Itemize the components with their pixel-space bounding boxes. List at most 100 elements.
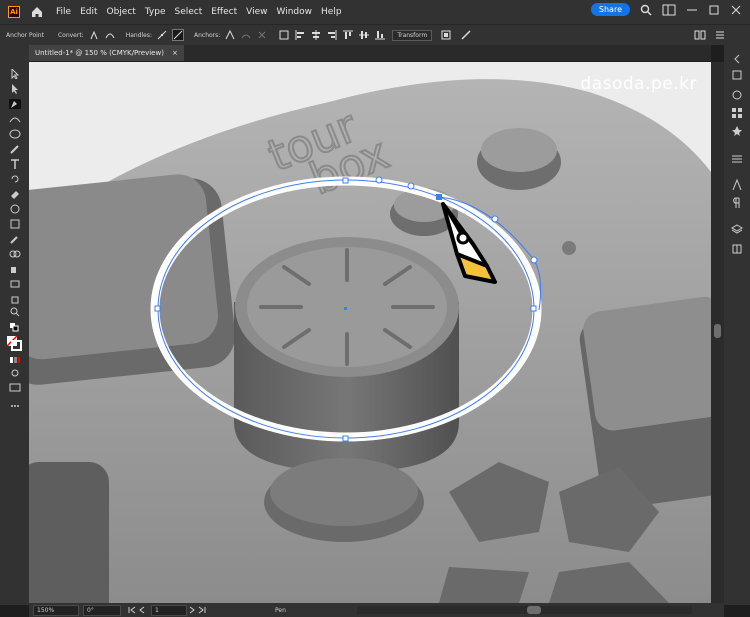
search-icon[interactable] bbox=[640, 4, 652, 16]
anchor-remove-icon[interactable] bbox=[224, 29, 236, 41]
more-tools-icon[interactable] bbox=[9, 401, 21, 411]
fill-stroke-swatch-icon[interactable] bbox=[6, 335, 22, 351]
home-icon[interactable] bbox=[30, 5, 44, 19]
direct-selection-tool-icon[interactable] bbox=[9, 84, 21, 94]
align-top-icon[interactable] bbox=[342, 29, 354, 41]
photo-artwork: tour box bbox=[29, 62, 711, 603]
blend-tool-icon[interactable] bbox=[9, 249, 21, 259]
isolate-icon[interactable] bbox=[440, 29, 452, 41]
menu-file[interactable]: File bbox=[56, 7, 71, 17]
artboards-icon[interactable] bbox=[731, 243, 743, 255]
anchor-connect-icon[interactable] bbox=[240, 29, 252, 41]
horizontal-scrollbar[interactable] bbox=[357, 606, 692, 614]
eyedropper-tool-icon[interactable] bbox=[9, 234, 21, 244]
illustrator-logo: Ai bbox=[8, 6, 20, 18]
menu-view[interactable]: View bbox=[246, 7, 267, 17]
zoom-field[interactable]: 150% bbox=[33, 604, 79, 616]
panel-menu-icon[interactable] bbox=[714, 29, 726, 41]
tools-panel bbox=[0, 45, 29, 605]
shape-icon[interactable] bbox=[278, 29, 290, 41]
handles-hide-icon[interactable] bbox=[172, 29, 185, 41]
align-right-icon[interactable] bbox=[326, 29, 338, 41]
close-icon[interactable] bbox=[730, 4, 742, 16]
convert-smooth-icon[interactable] bbox=[104, 29, 116, 41]
current-tool-label: Pen bbox=[275, 606, 286, 614]
convert-label: Convert: bbox=[57, 31, 84, 39]
next-artboard-icon[interactable] bbox=[187, 606, 197, 614]
menu-object[interactable]: Object bbox=[107, 7, 136, 17]
vertical-scroll-thumb[interactable] bbox=[714, 324, 721, 338]
menu-bar: Ai File Edit Object Type Select Effect V… bbox=[0, 0, 750, 24]
paintbrush-tool-icon[interactable] bbox=[9, 144, 21, 154]
default-colors-icon[interactable] bbox=[9, 322, 21, 332]
align-center-icon[interactable] bbox=[310, 29, 322, 41]
stroke-options-icon[interactable] bbox=[460, 29, 472, 41]
width-tool-icon[interactable] bbox=[9, 204, 21, 214]
ellipse-tool-icon[interactable] bbox=[9, 129, 21, 139]
convert-corner-icon[interactable] bbox=[88, 29, 100, 41]
prev-artboard-icon[interactable] bbox=[137, 606, 147, 614]
menu-list: File Edit Object Type Select Effect View… bbox=[56, 7, 342, 17]
first-artboard-icon[interactable] bbox=[127, 606, 137, 614]
selection-tool-icon[interactable] bbox=[9, 69, 21, 79]
horizontal-scroll-thumb[interactable] bbox=[527, 606, 541, 614]
vertical-scrollbar[interactable] bbox=[711, 62, 724, 603]
align-middle-icon[interactable] bbox=[358, 29, 370, 41]
anchors-label: Anchors: bbox=[194, 31, 221, 39]
symbols-icon[interactable] bbox=[731, 125, 743, 137]
curvature-tool-icon[interactable] bbox=[9, 114, 21, 124]
transform-button[interactable]: Transform bbox=[392, 29, 433, 41]
character-icon[interactable] bbox=[731, 179, 743, 191]
shape-builder-tool-icon[interactable] bbox=[9, 219, 21, 229]
menu-type[interactable]: Type bbox=[145, 7, 166, 17]
menu-edit[interactable]: Edit bbox=[80, 7, 97, 17]
document-tab[interactable]: Untitled-1* @ 150 % (CMYK/Preview) × bbox=[29, 45, 184, 61]
center-point bbox=[344, 307, 347, 310]
layers-icon[interactable] bbox=[731, 223, 743, 235]
menu-effect[interactable]: Effect bbox=[211, 7, 237, 17]
restore-icon[interactable] bbox=[708, 4, 720, 16]
symbol-sprayer-tool-icon[interactable] bbox=[9, 264, 21, 274]
zoom-tool-icon[interactable] bbox=[9, 307, 21, 317]
artboard-tool-icon[interactable] bbox=[9, 279, 21, 289]
minimize-icon[interactable] bbox=[686, 4, 698, 16]
align-bottom-icon[interactable] bbox=[374, 29, 386, 41]
pen-tool-icon[interactable] bbox=[9, 99, 21, 109]
color-mode-icon[interactable] bbox=[9, 355, 21, 365]
share-button[interactable]: Share bbox=[590, 3, 630, 16]
document-tab-title: Untitled-1* @ 150 % (CMYK/Preview) bbox=[35, 49, 164, 57]
status-bar: 150% 0° 1 Pen bbox=[29, 603, 724, 617]
control-bar: Anchor Point Convert: Handles: Anchors: … bbox=[0, 24, 750, 45]
anchor-cut-icon[interactable] bbox=[256, 29, 268, 41]
rotate-tool-icon[interactable] bbox=[9, 174, 21, 184]
active-anchor[interactable] bbox=[436, 194, 442, 200]
collapse-panels-icon[interactable] bbox=[731, 53, 743, 65]
anchor-point-label: Anchor Point bbox=[6, 31, 44, 39]
properties-icon[interactable] bbox=[731, 69, 743, 81]
color-icon[interactable] bbox=[731, 89, 743, 101]
hand-tool-icon[interactable] bbox=[9, 294, 21, 304]
handles-label: Handles: bbox=[125, 31, 153, 39]
menu-select[interactable]: Select bbox=[174, 7, 202, 17]
document-tab-bar: Untitled-1* @ 150 % (CMYK/Preview) × bbox=[29, 45, 711, 61]
last-artboard-icon[interactable] bbox=[197, 606, 207, 614]
eraser-tool-icon[interactable] bbox=[9, 189, 21, 199]
rotation-field[interactable]: 0° bbox=[83, 604, 121, 616]
draw-mode-icon[interactable] bbox=[9, 368, 21, 378]
arrange-docs-icon[interactable] bbox=[694, 29, 706, 41]
menu-help[interactable]: Help bbox=[321, 7, 342, 17]
artboard-canvas[interactable]: tour box dasoda.pe.kr bbox=[29, 62, 711, 603]
paragraph-icon[interactable] bbox=[731, 197, 743, 209]
screen-mode-icon[interactable] bbox=[9, 382, 21, 392]
menu-window[interactable]: Window bbox=[277, 7, 313, 17]
handles-show-icon[interactable] bbox=[156, 29, 168, 41]
adjustments-icon[interactable] bbox=[731, 153, 743, 165]
type-tool-icon[interactable] bbox=[9, 159, 21, 169]
artboard-field[interactable]: 1 bbox=[151, 604, 187, 616]
align-left-icon[interactable] bbox=[294, 29, 306, 41]
workspace-icon[interactable] bbox=[662, 4, 676, 16]
watermark: dasoda.pe.kr bbox=[580, 74, 697, 94]
swatches-icon[interactable] bbox=[731, 107, 743, 119]
document-tab-close[interactable]: × bbox=[172, 49, 178, 57]
right-panel-dock bbox=[724, 45, 750, 605]
